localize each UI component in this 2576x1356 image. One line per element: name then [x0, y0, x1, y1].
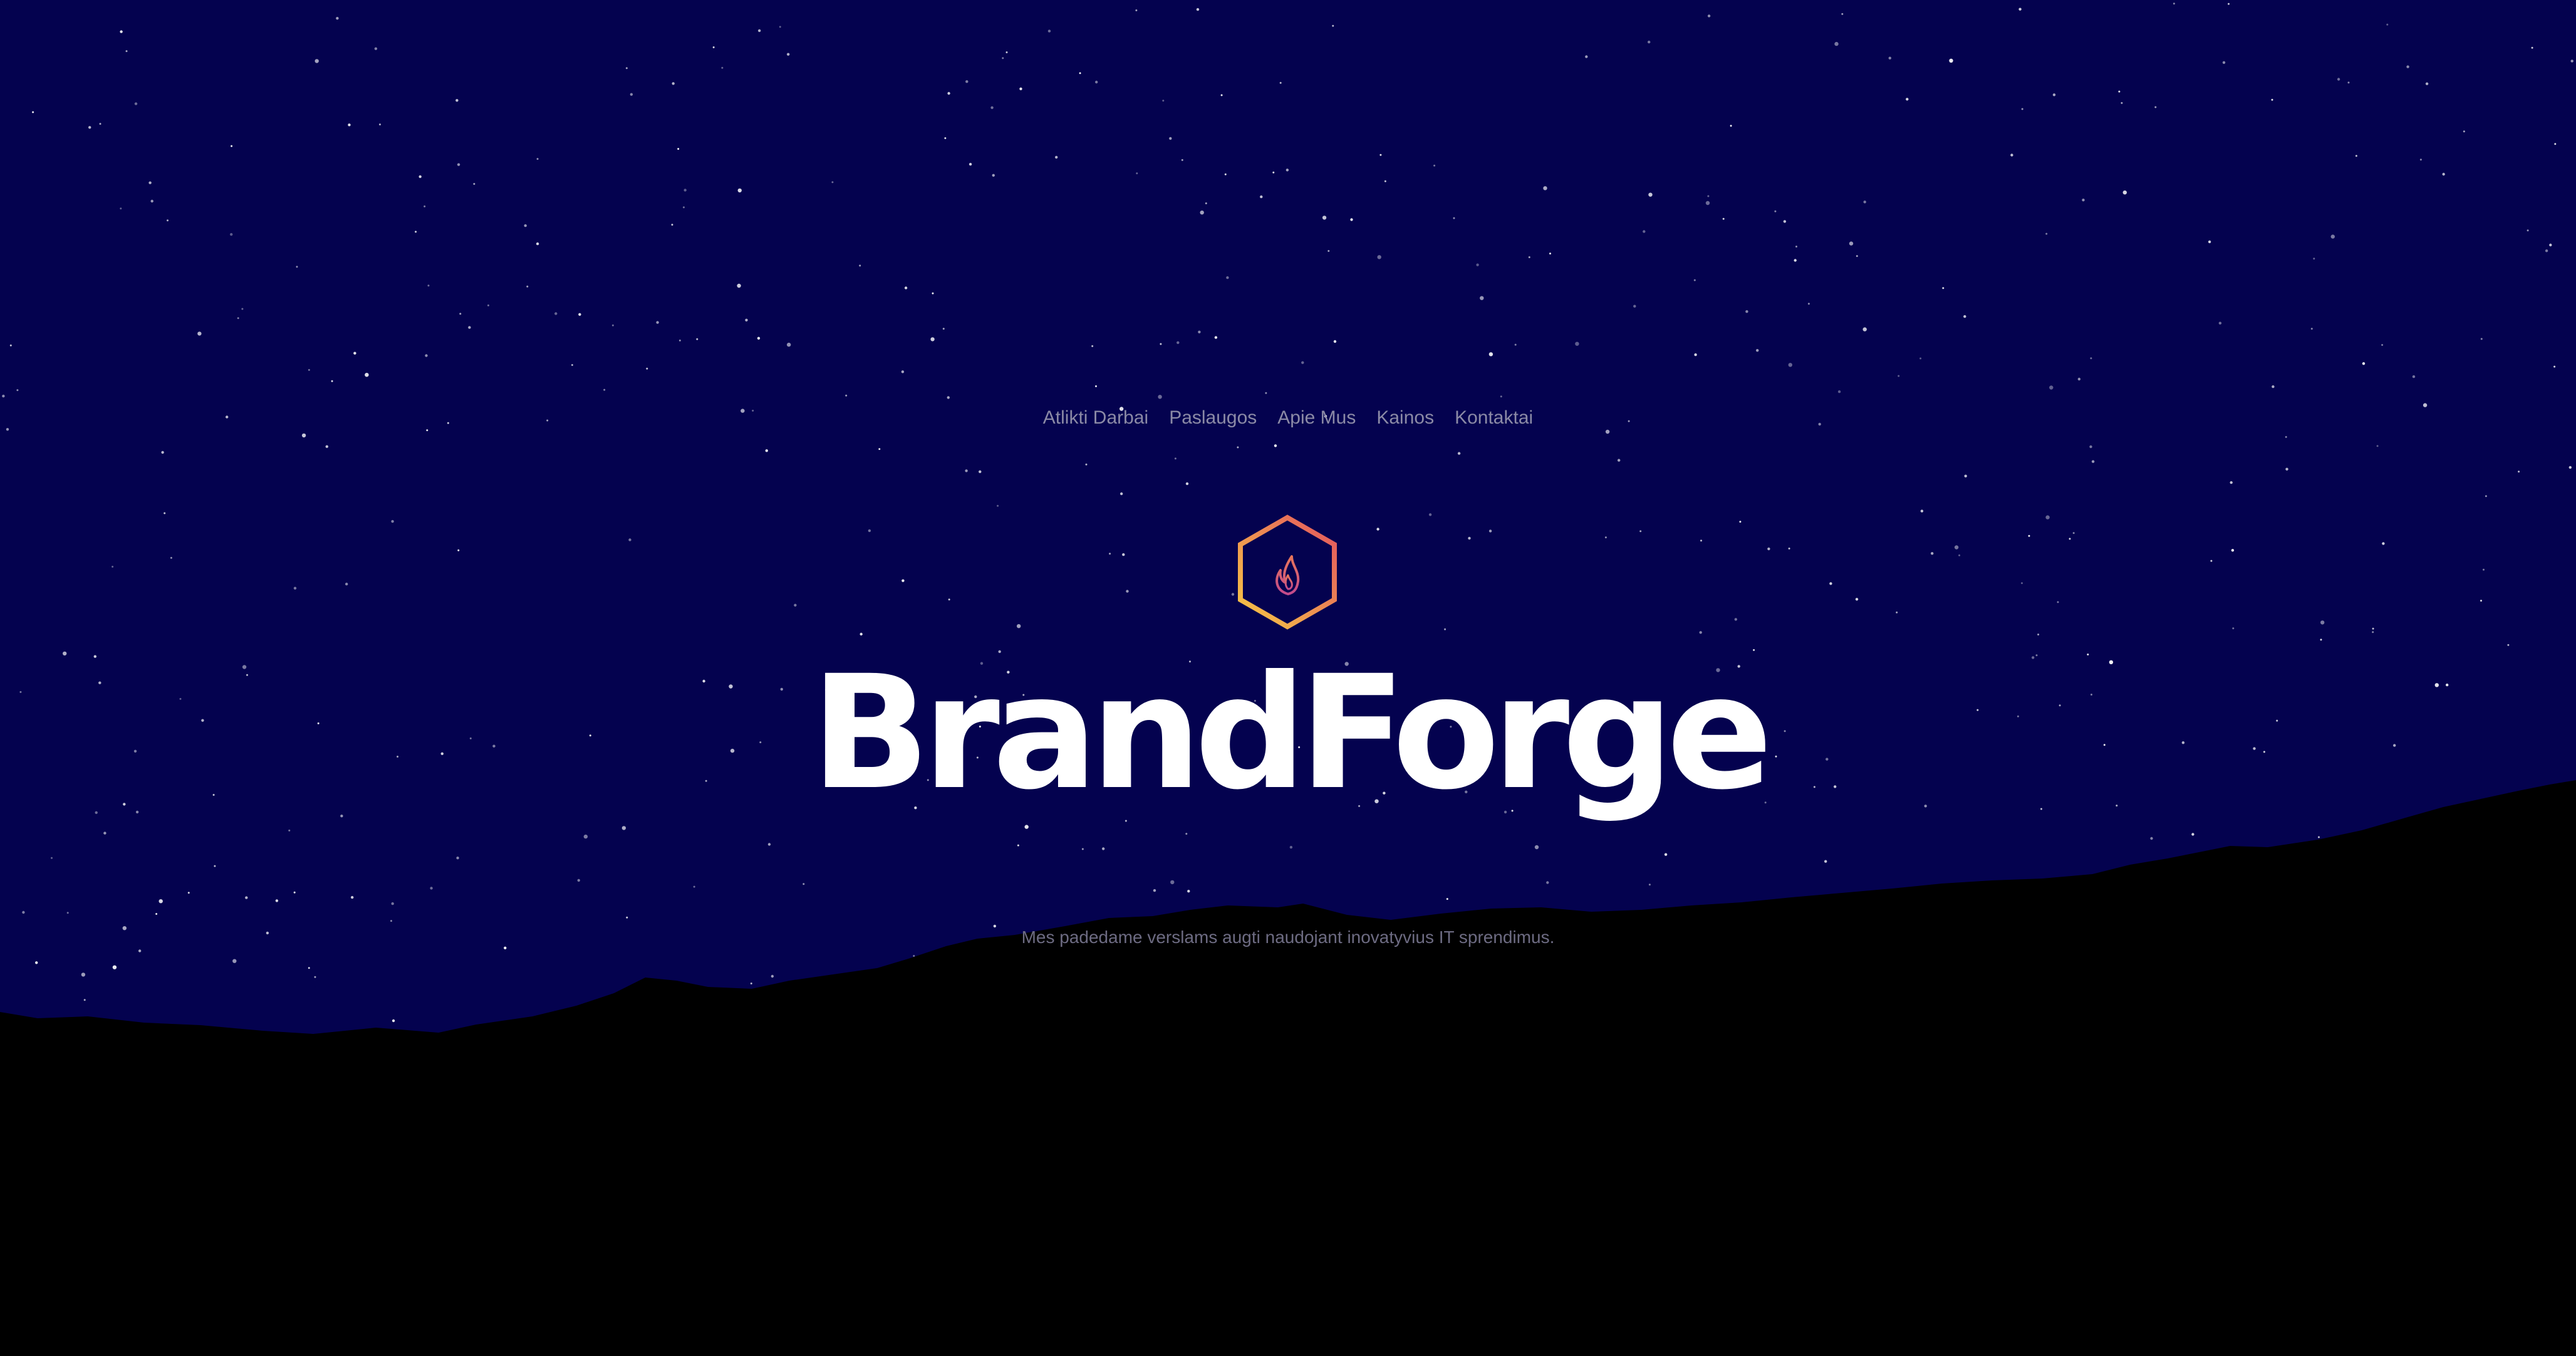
nav-item-kontaktai[interactable]: Kontaktai: [1455, 407, 1533, 429]
nav-item-apie-mus[interactable]: Apie Mus: [1277, 407, 1356, 429]
hexagon-flame-icon: [1238, 514, 1337, 630]
hero-page: Atlikti Darbai Paslaugos Apie Mus Kainos…: [0, 0, 2576, 1356]
nav-item-paslaugos[interactable]: Paslaugos: [1169, 407, 1257, 429]
nav-item-kainos[interactable]: Kainos: [1376, 407, 1434, 429]
brand-title: BrandForge: [811, 642, 1773, 824]
main-nav: Atlikti Darbai Paslaugos Apie Mus Kainos…: [0, 407, 2576, 429]
nav-item-atlikti-darbai[interactable]: Atlikti Darbai: [1043, 407, 1148, 429]
logo[interactable]: [1234, 514, 1341, 633]
hero-tagline: Mes padedame verslams augti naudojant in…: [1021, 927, 1555, 947]
